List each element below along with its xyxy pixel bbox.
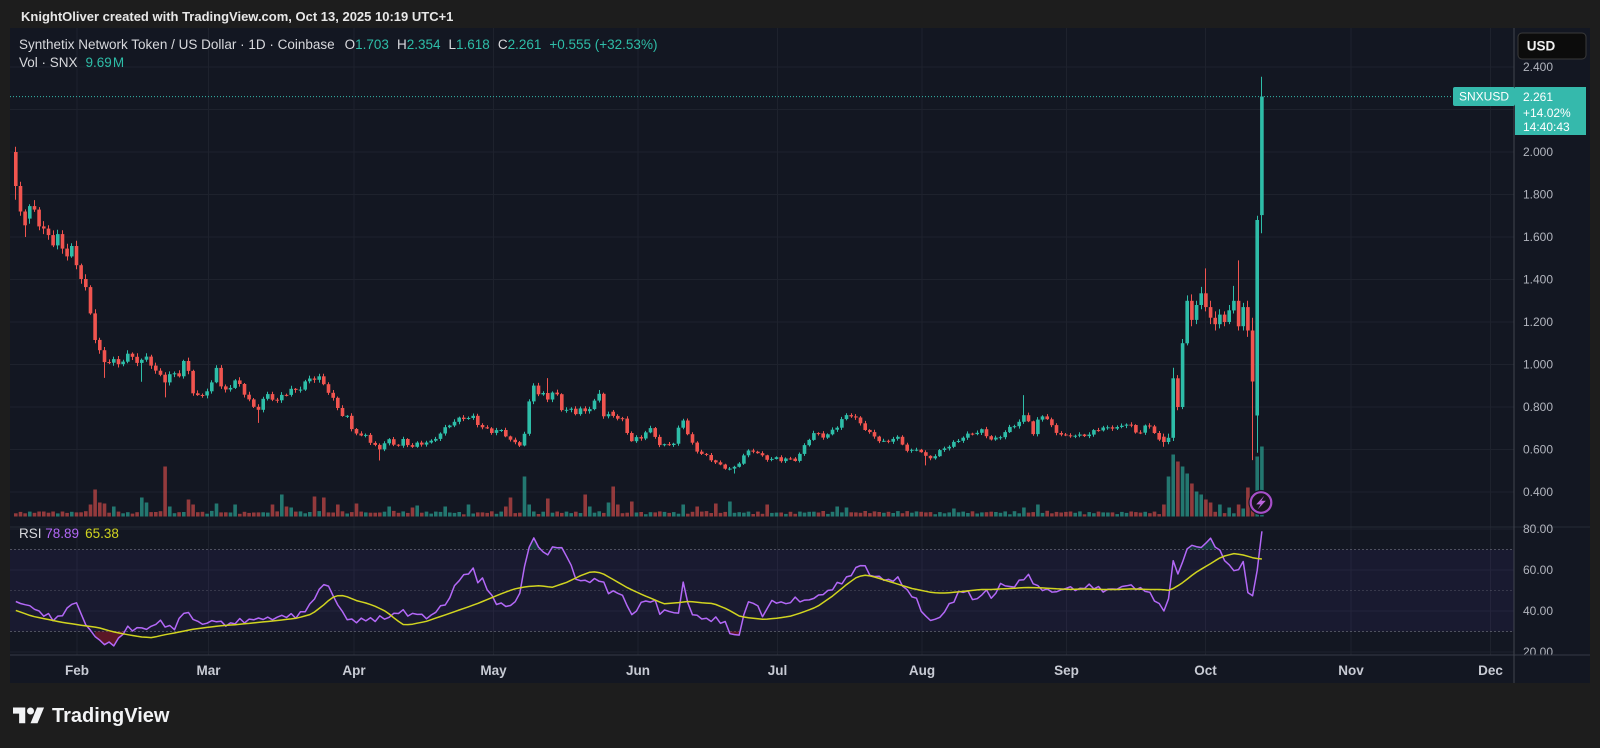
svg-text:Jun: Jun (626, 663, 650, 678)
svg-text:Aug: Aug (909, 663, 935, 678)
svg-text:KnightOliver created with Trad: KnightOliver created with TradingView.co… (21, 9, 453, 24)
svg-text:Dec: Dec (1478, 663, 1503, 678)
svg-text:1.600: 1.600 (1523, 230, 1553, 244)
svg-text:Vol · SNX9.69 M: Vol · SNX9.69 M (19, 55, 124, 70)
svg-text:80.00: 80.00 (1523, 522, 1553, 536)
svg-text:1.800: 1.800 (1523, 188, 1553, 202)
svg-text:Mar: Mar (196, 663, 221, 678)
svg-text:14:40:43: 14:40:43 (1523, 120, 1570, 134)
svg-text:0.800: 0.800 (1523, 400, 1553, 414)
svg-text:2.000: 2.000 (1523, 145, 1553, 159)
svg-text:TradingView: TradingView (52, 705, 170, 727)
svg-text:RSI 78.8965.38: RSI 78.8965.38 (19, 526, 119, 541)
svg-text:40.00: 40.00 (1523, 604, 1553, 618)
svg-text:Oct: Oct (1194, 663, 1217, 678)
svg-text:May: May (480, 663, 507, 678)
svg-text:Feb: Feb (65, 663, 89, 678)
svg-text:2.261: 2.261 (1523, 90, 1553, 104)
svg-text:60.00: 60.00 (1523, 563, 1553, 577)
svg-text:0.400: 0.400 (1523, 485, 1553, 499)
svg-text:SNXUSD: SNXUSD (1459, 90, 1509, 104)
svg-text:0.600: 0.600 (1523, 443, 1553, 457)
svg-text:+14.02%: +14.02% (1523, 106, 1571, 120)
svg-text:USD: USD (1527, 39, 1556, 54)
svg-text:2.400: 2.400 (1523, 60, 1553, 74)
svg-text:Jul: Jul (768, 663, 788, 678)
svg-text:1.000: 1.000 (1523, 358, 1553, 372)
svg-text:1.200: 1.200 (1523, 315, 1553, 329)
svg-text:Sep: Sep (1054, 663, 1079, 678)
svg-text:1.400: 1.400 (1523, 273, 1553, 287)
svg-text:Apr: Apr (342, 663, 366, 678)
svg-text:Nov: Nov (1338, 663, 1364, 678)
